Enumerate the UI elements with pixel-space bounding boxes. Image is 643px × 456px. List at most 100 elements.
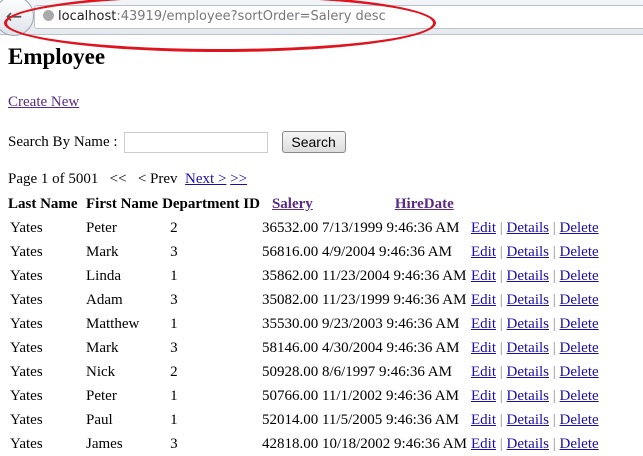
separator: | bbox=[499, 267, 503, 284]
details-link[interactable]: Details bbox=[507, 316, 550, 332]
edit-link[interactable]: Edit bbox=[471, 436, 496, 452]
details-link[interactable]: Details bbox=[507, 244, 550, 260]
details-link[interactable]: Details bbox=[507, 436, 550, 452]
table-row: Yates Matthew 1 35530.00 9/23/2003 9:46:… bbox=[6, 312, 601, 336]
prev-page: < Prev bbox=[137, 171, 178, 187]
table-row: Yates Peter 2 36532.00 7/13/1999 9:46:36… bbox=[6, 216, 601, 240]
cell-actions: Edit | Details | Delete bbox=[469, 432, 601, 456]
cell-last-name: Yates bbox=[10, 435, 43, 452]
page-info: Page 1 of 5001 bbox=[8, 171, 99, 187]
separator: | bbox=[499, 315, 503, 332]
sort-salery-link[interactable]: Salery bbox=[272, 196, 313, 212]
cell-department-id: 1 bbox=[170, 267, 178, 284]
details-link[interactable]: Details bbox=[507, 364, 550, 380]
delete-link[interactable]: Delete bbox=[560, 436, 599, 452]
separator: | bbox=[552, 435, 556, 452]
table-row: Yates Linda 1 35862.00 11/23/2004 9:46:3… bbox=[6, 264, 601, 288]
cell-hiredate: 11/1/2002 9:46:36 AM bbox=[321, 387, 459, 404]
header-last-name: Last Name bbox=[8, 195, 78, 212]
cell-actions: Edit | Details | Delete bbox=[469, 240, 601, 264]
table-row: Yates Nick 2 50928.00 8/6/1997 9:46:36 A… bbox=[6, 360, 601, 384]
sort-hiredate-link[interactable]: HireDate bbox=[395, 196, 454, 212]
delete-link[interactable]: Delete bbox=[560, 292, 599, 308]
separator: | bbox=[552, 387, 556, 404]
cell-first-name: Linda bbox=[86, 267, 121, 284]
cell-salary: 52014.00 bbox=[261, 411, 319, 428]
delete-link[interactable]: Delete bbox=[560, 412, 599, 428]
cell-last-name: Yates bbox=[10, 291, 43, 308]
cell-salary: 35082.00 bbox=[261, 291, 319, 308]
edit-link[interactable]: Edit bbox=[471, 268, 496, 284]
details-link[interactable]: Details bbox=[507, 292, 550, 308]
cell-department-id: 1 bbox=[170, 387, 178, 404]
cell-salary: 50766.00 bbox=[261, 387, 319, 404]
cell-salary-hiredate: 35082.00 11/23/1999 9:46:36 AM bbox=[262, 288, 469, 312]
cell-department-id: 2 bbox=[170, 363, 178, 380]
cell-actions: Edit | Details | Delete bbox=[469, 216, 601, 240]
cell-hiredate: 11/5/2005 9:46:36 AM bbox=[321, 411, 459, 428]
create-new-link[interactable]: Create New bbox=[8, 94, 79, 111]
separator: | bbox=[499, 243, 503, 260]
cell-actions: Edit | Details | Delete bbox=[469, 264, 601, 288]
table-row: Yates Adam 3 35082.00 11/23/1999 9:46:36… bbox=[6, 288, 601, 312]
delete-link[interactable]: Delete bbox=[560, 244, 599, 260]
delete-link[interactable]: Delete bbox=[560, 268, 599, 284]
cell-salary-hiredate: 35530.00 9/23/2003 9:46:36 AM bbox=[262, 312, 469, 336]
search-input[interactable] bbox=[123, 131, 268, 153]
edit-link[interactable]: Edit bbox=[471, 292, 496, 308]
search-form: Search By Name : Search bbox=[8, 131, 346, 153]
cell-hiredate: 8/6/1997 9:46:36 AM bbox=[321, 363, 452, 380]
delete-link[interactable]: Delete bbox=[560, 316, 599, 332]
search-label: Search By Name : bbox=[8, 133, 118, 150]
edit-link[interactable]: Edit bbox=[471, 340, 496, 356]
cell-first-name: Peter bbox=[86, 387, 117, 404]
cell-first-name: Mark bbox=[86, 339, 119, 356]
cell-salary: 50928.00 bbox=[261, 363, 319, 380]
delete-link[interactable]: Delete bbox=[560, 388, 599, 404]
pager: Page 1 of 5001 << < Prev Next > >> bbox=[8, 171, 247, 188]
search-button[interactable]: Search bbox=[281, 131, 346, 153]
edit-link[interactable]: Edit bbox=[471, 388, 496, 404]
edit-link[interactable]: Edit bbox=[471, 364, 496, 380]
delete-link[interactable]: Delete bbox=[560, 364, 599, 380]
edit-link[interactable]: Edit bbox=[471, 244, 496, 260]
separator: | bbox=[499, 339, 503, 356]
edit-link[interactable]: Edit bbox=[471, 316, 496, 332]
separator: | bbox=[552, 243, 556, 260]
delete-link[interactable]: Delete bbox=[560, 220, 599, 236]
header-department-id: Department ID bbox=[162, 195, 260, 212]
details-link[interactable]: Details bbox=[507, 268, 550, 284]
next-page-link[interactable]: Next > bbox=[185, 171, 226, 187]
cell-salary-hiredate: 36532.00 7/13/1999 9:46:36 AM bbox=[262, 216, 469, 240]
cell-salary-hiredate: 50928.00 8/6/1997 9:46:36 AM bbox=[262, 360, 469, 384]
back-button[interactable]: ← bbox=[0, 0, 34, 36]
separator: | bbox=[552, 291, 556, 308]
details-link[interactable]: Details bbox=[507, 220, 550, 236]
separator: | bbox=[499, 363, 503, 380]
cell-salary: 35862.00 bbox=[261, 267, 319, 284]
table-row: Yates Mark 3 58146.00 4/30/2004 9:46:36 … bbox=[6, 336, 601, 360]
details-link[interactable]: Details bbox=[507, 388, 550, 404]
edit-link[interactable]: Edit bbox=[471, 412, 496, 428]
separator: | bbox=[499, 219, 503, 236]
globe-icon bbox=[43, 10, 54, 21]
cell-salary-hiredate: 56816.00 4/9/2004 9:46:36 AM bbox=[262, 240, 469, 264]
cell-salary: 56816.00 bbox=[261, 243, 319, 260]
cell-first-name: Mark bbox=[86, 243, 119, 260]
cell-actions: Edit | Details | Delete bbox=[469, 408, 601, 432]
cell-actions: Edit | Details | Delete bbox=[469, 312, 601, 336]
delete-link[interactable]: Delete bbox=[560, 340, 599, 356]
edit-link[interactable]: Edit bbox=[471, 220, 496, 236]
url-path: :43919/employee?sortOrder=Salery desc bbox=[116, 9, 386, 24]
cell-hiredate: 9/23/2003 9:46:36 AM bbox=[321, 315, 460, 332]
cell-last-name: Yates bbox=[10, 315, 43, 332]
cell-salary-hiredate: 58146.00 4/30/2004 9:46:36 AM bbox=[262, 336, 469, 360]
last-page-link[interactable]: >> bbox=[230, 171, 247, 187]
address-bar[interactable]: localhost:43919/employee?sortOrder=Saler… bbox=[34, 5, 643, 29]
cell-actions: Edit | Details | Delete bbox=[469, 336, 601, 360]
details-link[interactable]: Details bbox=[507, 412, 550, 428]
details-link[interactable]: Details bbox=[507, 340, 550, 356]
cell-first-name: Adam bbox=[86, 291, 123, 308]
cell-department-id: 3 bbox=[170, 435, 178, 452]
cell-last-name: Yates bbox=[10, 387, 43, 404]
